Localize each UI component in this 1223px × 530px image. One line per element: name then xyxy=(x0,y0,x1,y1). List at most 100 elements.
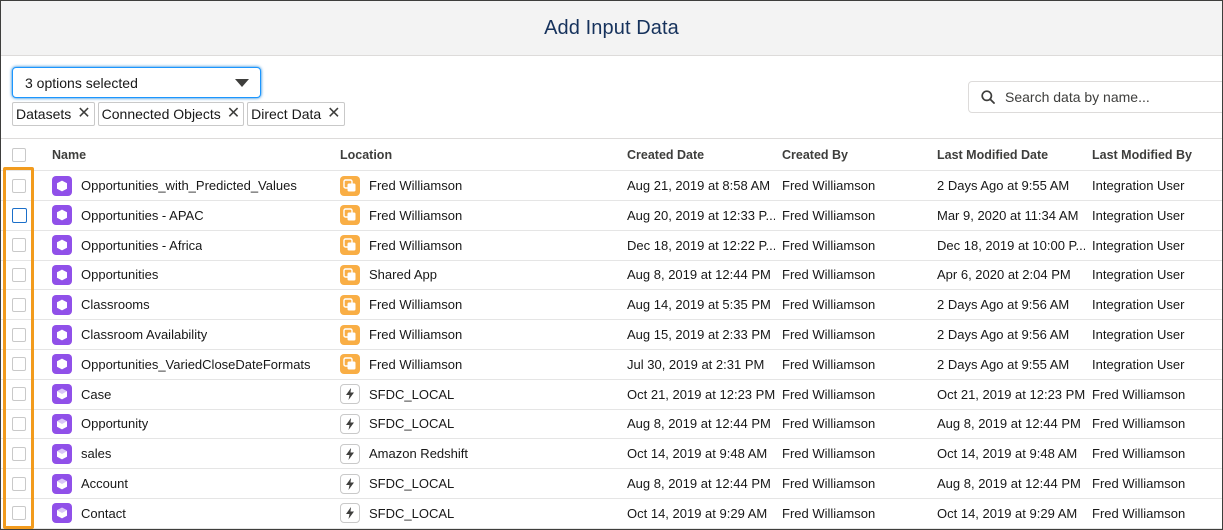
pill-label: Connected Objects xyxy=(101,106,221,122)
row-checkbox[interactable] xyxy=(12,267,26,282)
row-location: Fred Williamson xyxy=(369,207,463,223)
created-date-cell: Aug 14, 2019 at 5:35 PM xyxy=(627,297,771,313)
location-cell: Shared App xyxy=(340,260,620,289)
table-row[interactable]: Opportunities - Africa Fred Williamson Dec… xyxy=(1,231,1222,261)
row-checkbox[interactable] xyxy=(12,506,26,521)
created-date-cell: Aug 20, 2019 at 12:33 P... xyxy=(627,207,775,223)
last-modified-date-cell: Mar 9, 2020 at 11:34 AM xyxy=(937,207,1079,223)
row-location: SFDC_LOCAL xyxy=(369,505,455,521)
row-checkbox[interactable] xyxy=(12,416,26,431)
row-name: sales xyxy=(81,446,112,462)
row-select-cell xyxy=(12,499,32,528)
row-select-cell xyxy=(12,171,32,200)
name-cell: Opportunity xyxy=(52,409,332,438)
row-location: Shared App xyxy=(369,267,437,283)
column-header-last-modified-by[interactable]: Last Modified By xyxy=(1092,139,1222,170)
created-by-cell: Fred Williamson xyxy=(782,178,876,193)
created-by-cell: Fred Williamson xyxy=(782,416,876,432)
row-checkbox[interactable] xyxy=(12,178,26,193)
table-row[interactable]: Classrooms Fred Williamson Aug 14, 2019 at… xyxy=(1,290,1222,321)
row-checkbox[interactable] xyxy=(12,476,26,491)
table-row[interactable]: Contact SFDC_LOCAL Oct 14, 2019 at 9:29 AM… xyxy=(1,499,1222,529)
filter-summary: 3 options selected xyxy=(25,74,138,91)
row-location: Fred Williamson xyxy=(369,178,463,193)
column-header-created-by[interactable]: Created By xyxy=(782,139,932,170)
table-row[interactable]: Classroom Availability Fred Williamson Aug… xyxy=(1,320,1222,350)
column-header-name[interactable]: Name xyxy=(52,139,332,170)
created-date-cell: Aug 8, 2019 at 12:44 PM xyxy=(627,416,771,432)
table-row[interactable]: Account SFDC_LOCAL Aug 8, 2019 at 12:44 PM… xyxy=(1,469,1222,499)
row-location: SFDC_LOCAL xyxy=(369,476,455,491)
search-icon xyxy=(981,90,995,104)
row-checkbox[interactable] xyxy=(12,387,26,402)
created-date-cell: Aug 8, 2019 at 12:44 PM xyxy=(627,476,771,491)
row-select-cell xyxy=(12,350,32,379)
pill-label: Direct Data xyxy=(251,106,322,122)
row-checkbox[interactable] xyxy=(12,207,27,223)
remove-pill-icon[interactable]: ✕ xyxy=(327,106,340,122)
last-modified-date-cell: 2 Days Ago at 9:55 AM xyxy=(937,178,1070,193)
dataset-icon xyxy=(52,175,72,196)
app-icon xyxy=(340,354,360,375)
table-row[interactable]: Opportunities - APAC Fred Williamson Aug 2… xyxy=(1,201,1222,231)
row-select-cell xyxy=(12,439,32,468)
row-name: Classrooms xyxy=(81,297,150,313)
search-box[interactable] xyxy=(968,81,1222,113)
last-modified-date-cell: 2 Days Ago at 9:56 AM xyxy=(937,297,1070,313)
location-cell: Fred Williamson xyxy=(340,350,620,379)
remove-pill-icon[interactable]: ✕ xyxy=(227,106,240,122)
pill-connected-objects: Connected Objects ✕ xyxy=(97,102,245,126)
row-checkbox[interactable] xyxy=(12,238,26,253)
search-input[interactable] xyxy=(1003,88,1207,106)
row-name: Opportunity xyxy=(81,416,149,432)
created-by-cell: Fred Williamson xyxy=(782,386,876,402)
row-select-cell xyxy=(12,290,32,319)
last-modified-date-cell: Oct 14, 2019 at 9:48 AM xyxy=(937,446,1078,462)
select-all-checkbox[interactable] xyxy=(12,147,26,162)
name-cell: Opportunities_VariedCloseDateFormats xyxy=(52,350,332,379)
row-checkbox[interactable] xyxy=(12,297,26,312)
last-modified-by-cell: Integration User xyxy=(1092,327,1185,342)
table-row[interactable]: Case SFDC_LOCAL Oct 21, 2019 at 12:23 PM Fr… xyxy=(1,380,1222,410)
add-input-data-dialog: Add Input Data 3 options selected Datase… xyxy=(0,0,1223,530)
column-header-created-date[interactable]: Created Date xyxy=(627,139,775,170)
caret-down-icon[interactable] xyxy=(235,79,249,87)
row-checkbox[interactable] xyxy=(12,446,26,461)
row-checkbox[interactable] xyxy=(12,357,26,372)
row-select-cell xyxy=(12,231,32,260)
row-name: Opportunities - Africa xyxy=(81,237,203,253)
row-name: Opportunities - APAC xyxy=(81,207,204,223)
row-select-cell xyxy=(12,320,32,349)
row-name: Contact xyxy=(81,505,126,521)
row-select-cell xyxy=(12,201,32,230)
table-row[interactable]: Opportunities Shared App Aug 8, 2019 at 12… xyxy=(1,260,1222,291)
name-cell: Opportunities xyxy=(52,260,332,289)
select-all-cell xyxy=(12,139,32,170)
app-icon xyxy=(340,235,360,256)
created-date-cell: Aug 8, 2019 at 12:44 PM xyxy=(627,267,771,283)
location-cell: Fred Williamson xyxy=(340,201,620,230)
table-row[interactable]: Opportunity SFDC_LOCAL Aug 8, 2019 at 12:4… xyxy=(1,409,1222,440)
last-modified-by-cell: Fred Williamson xyxy=(1092,505,1186,521)
table-row[interactable]: sales Amazon Redshift Oct 14, 2019 at 9:48… xyxy=(1,439,1222,470)
remove-pill-icon[interactable]: ✕ xyxy=(77,106,90,122)
table-row[interactable]: Opportunities_VariedCloseDateFormats Fred… xyxy=(1,350,1222,380)
connection-icon xyxy=(340,413,360,434)
created-date-cell: Aug 15, 2019 at 2:33 PM xyxy=(627,327,771,342)
dataset-icon xyxy=(52,264,72,285)
last-modified-by-cell: Integration User xyxy=(1092,237,1185,253)
connected-object-icon xyxy=(52,443,72,464)
table-row[interactable]: Opportunities_with_Predicted_Values Fred … xyxy=(1,171,1222,201)
data-type-filter-combobox[interactable]: 3 options selected xyxy=(12,67,261,98)
row-select-cell xyxy=(12,380,32,409)
connected-object-icon xyxy=(52,503,72,524)
last-modified-by-cell: Integration User xyxy=(1092,207,1185,223)
column-header-last-modified-date[interactable]: Last Modified Date xyxy=(937,139,1085,170)
last-modified-by-cell: Fred Williamson xyxy=(1092,446,1186,462)
created-by-cell: Fred Williamson xyxy=(782,297,876,313)
last-modified-by-cell: Integration User xyxy=(1092,297,1185,313)
row-checkbox[interactable] xyxy=(12,327,26,342)
last-modified-date-cell: 2 Days Ago at 9:55 AM xyxy=(937,356,1070,372)
column-header-location[interactable]: Location xyxy=(340,139,620,170)
last-modified-date-cell: Aug 8, 2019 at 12:44 PM xyxy=(937,476,1081,491)
